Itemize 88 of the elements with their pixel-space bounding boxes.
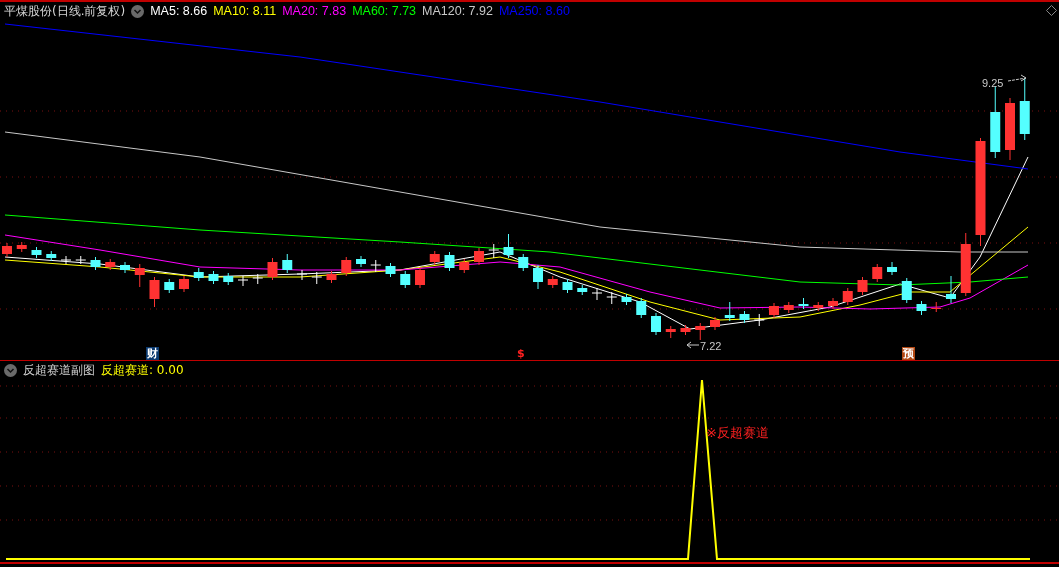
- candlestick: [267, 257, 278, 281]
- candlestick: [621, 293, 632, 306]
- candlestick: [282, 253, 293, 274]
- candlestick: [547, 275, 558, 289]
- candlestick: [591, 287, 603, 301]
- candlestick: [16, 241, 27, 253]
- candlestick: [488, 243, 500, 259]
- event-marker[interactable]: 预: [902, 347, 915, 360]
- candlestick: [562, 278, 573, 294]
- candlestick: [208, 270, 219, 285]
- candlestick: [739, 310, 750, 324]
- candlestick: [341, 256, 352, 277]
- indicator-value: MA60: 7.73: [352, 4, 417, 18]
- candlestick: [710, 316, 720, 331]
- candlestick: [105, 258, 116, 271]
- candlestick: [695, 322, 706, 341]
- candlestick: [887, 261, 897, 276]
- diamond-icon[interactable]: [1046, 5, 1057, 16]
- candlestick: [179, 275, 189, 293]
- indicator-value: MA20: 7.83: [282, 4, 347, 18]
- candlestick: [769, 302, 779, 319]
- candlestick: [90, 256, 101, 271]
- signal-label: ※反超赛道: [706, 425, 769, 440]
- candlestick: [680, 324, 691, 336]
- candlestick: [665, 325, 676, 339]
- candlestick: [901, 277, 912, 304]
- candlestick: [533, 264, 543, 290]
- candlestick: [828, 297, 838, 310]
- candlestick: [474, 247, 484, 266]
- candlestick: [385, 262, 396, 278]
- candlestick: [503, 233, 514, 259]
- arrow-icon: [686, 341, 700, 349]
- event-marker[interactable]: $: [516, 347, 526, 360]
- candlestick: [2, 242, 12, 258]
- candlestick: [1019, 77, 1030, 141]
- candlestick: [311, 271, 323, 285]
- candlestick: [518, 253, 529, 272]
- candlestick: [326, 270, 337, 284]
- event-marker[interactable]: 财: [146, 347, 159, 360]
- candlestick: [60, 255, 72, 265]
- arrow-icon: [1007, 74, 1027, 82]
- indicator-value: 反超赛道: 0.00: [101, 361, 184, 379]
- candlestick: [164, 278, 175, 294]
- candlestick: [237, 275, 249, 287]
- dropdown-icon[interactable]: [131, 4, 145, 18]
- candlestick: [415, 266, 425, 289]
- candlestick: [724, 301, 735, 322]
- candlestick: [120, 261, 130, 274]
- candlestick: [783, 301, 794, 314]
- candlestick: [872, 263, 883, 283]
- candlestick: [753, 313, 765, 327]
- candlestick: [606, 291, 618, 305]
- candlestick: [223, 272, 234, 286]
- candlestick: [931, 301, 942, 313]
- candlestick: [46, 250, 57, 262]
- candlestick: [296, 269, 308, 281]
- low-price-label: 7.22: [700, 340, 722, 352]
- candlestick: [636, 297, 647, 319]
- candlestick: [370, 259, 382, 273]
- candlestick: [356, 255, 366, 268]
- candlestick: [857, 276, 868, 296]
- candlestick: [813, 301, 824, 312]
- candlestick: [459, 258, 470, 274]
- candlestick: [429, 250, 440, 266]
- candlestick: [75, 255, 87, 265]
- candlestick: [798, 297, 809, 310]
- candlestick: [134, 263, 145, 288]
- indicator-title: 反超赛道副图: [23, 361, 95, 379]
- candlestick: [1005, 97, 1015, 161]
- high-price-label: 9.25: [982, 77, 1004, 89]
- candlestick: [651, 312, 661, 336]
- dropdown-icon[interactable]: [4, 363, 17, 377]
- indicator-value: MA250: 8.60: [498, 4, 570, 18]
- candlestick: [916, 300, 927, 316]
- stock-title: 平煤股份(日线.前复权): [4, 2, 126, 20]
- candlestick: [842, 287, 853, 306]
- indicator-value: MA5: 8.66: [150, 4, 208, 18]
- candlestick: [444, 251, 455, 272]
- candlestick: [960, 232, 971, 297]
- indicator-value: MA120: 7.92: [422, 4, 493, 18]
- candlestick: [946, 275, 956, 304]
- candlestick: [252, 273, 264, 285]
- indicator-value: MA10: 8.11: [213, 4, 277, 18]
- candlestick: [577, 284, 588, 296]
- candlestick: [400, 270, 411, 289]
- candlestick: [149, 276, 160, 308]
- candlestick: [193, 267, 204, 282]
- candlestick: [31, 246, 42, 259]
